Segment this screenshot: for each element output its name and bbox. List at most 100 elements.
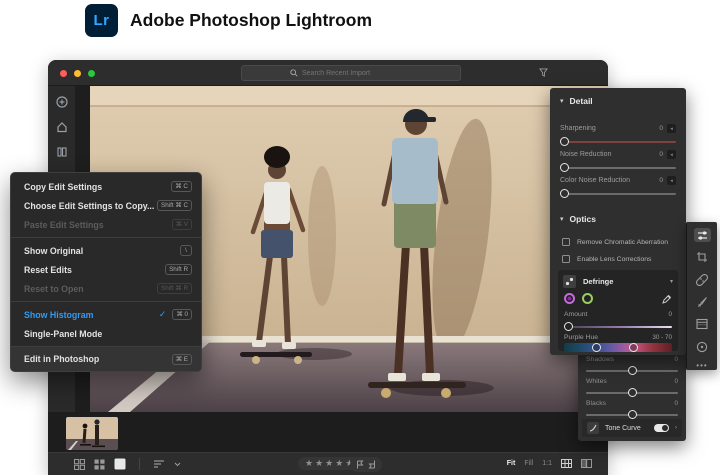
purple-hue-label-row: Purple Hue 30 - 70 xyxy=(564,334,672,341)
shadows-slider[interactable]: Shadows 0 xyxy=(586,356,678,372)
detail-section-header[interactable]: ▾ Detail xyxy=(550,96,603,106)
star-icon[interactable]: ★ xyxy=(305,459,313,468)
noise-reduction-value: 0 xyxy=(659,151,663,158)
purple-hue-slider[interactable] xyxy=(564,343,672,352)
amount-value: 0 xyxy=(668,311,672,318)
zoom-fill-button[interactable]: Fill xyxy=(524,460,533,467)
menu-divider xyxy=(11,237,201,238)
shadows-value: 0 xyxy=(674,356,678,363)
filter-icon[interactable] xyxy=(539,68,548,77)
optics-section-header[interactable]: ▾ Optics xyxy=(550,214,606,224)
star-icon[interactable]: ★ xyxy=(325,459,333,468)
sort-icon[interactable] xyxy=(153,459,165,469)
slider-disclosure-icon[interactable]: ◂ xyxy=(667,150,676,159)
menu-item-show-original[interactable]: Show Original \ xyxy=(11,241,201,260)
more-tools-icon[interactable]: ••• xyxy=(696,362,707,370)
slider-knob[interactable] xyxy=(628,366,637,375)
enable-lens-corrections-checkbox[interactable]: Enable Lens Corrections xyxy=(562,255,651,263)
crop-rotate-icon[interactable] xyxy=(694,250,711,264)
photo-grid-view-icon[interactable] xyxy=(74,459,85,470)
zoom-fit-button[interactable]: Fit xyxy=(507,460,516,467)
shortcut-badge: ⌘ E xyxy=(172,354,192,365)
shortcut-badge: ⌘ C xyxy=(171,181,192,192)
defringe-icon xyxy=(563,275,576,288)
grid-overlay-icon[interactable] xyxy=(561,459,572,468)
checkbox-icon[interactable] xyxy=(562,255,570,263)
add-photos-icon[interactable] xyxy=(55,95,68,108)
slider-knob[interactable] xyxy=(628,410,637,419)
defringe-header[interactable]: Defringe ▾ xyxy=(563,275,673,288)
tone-curve-row[interactable]: Tone Curve › xyxy=(582,419,682,437)
edit-panel: ▾ Detail Sharpening 0 ◂ Noise Reduction … xyxy=(550,88,686,355)
star-icon[interactable]: ★ xyxy=(335,459,343,468)
search-box[interactable] xyxy=(241,65,461,81)
star-icon[interactable]: ★ xyxy=(315,459,323,468)
close-window-button[interactable] xyxy=(60,70,67,77)
detail-view-icon[interactable] xyxy=(114,458,126,470)
slider-disclosure-icon[interactable]: ◂ xyxy=(667,124,676,133)
defringe-panel: Defringe ▾ Amount 0 Purple Hue 30 - 70 xyxy=(558,270,678,351)
slider-knob[interactable] xyxy=(560,163,569,172)
chevron-right-icon[interactable]: › xyxy=(675,425,677,431)
color-noise-reduction-slider[interactable]: Color Noise Reduction 0 ◂ xyxy=(560,176,676,195)
checkbox-icon[interactable] xyxy=(562,238,570,246)
green-fringe-swatch[interactable] xyxy=(582,293,593,304)
menu-item-reset-edits[interactable]: Reset Edits Shift R xyxy=(11,260,201,279)
radial-gradient-icon[interactable] xyxy=(694,340,711,354)
slider-knob[interactable] xyxy=(564,322,573,331)
slider-knob[interactable] xyxy=(560,137,569,146)
menu-item-show-histogram[interactable]: Show Histogram ✓ ⌘ 0 xyxy=(11,305,201,324)
menu-item-copy-edit-settings[interactable]: Copy Edit Settings ⌘ C xyxy=(11,177,201,196)
sharpening-slider[interactable]: Sharpening 0 ◂ xyxy=(560,124,676,143)
before-after-split-icon[interactable] xyxy=(581,459,592,468)
amount-slider[interactable] xyxy=(564,326,672,328)
search-input[interactable] xyxy=(302,70,412,77)
home-icon[interactable] xyxy=(55,120,68,133)
menu-item-paste-edit-settings: Paste Edit Settings ⌘ V xyxy=(11,215,201,234)
flag-controls[interactable] xyxy=(350,457,382,472)
menu-item-single-panel-mode[interactable]: Single-Panel Mode xyxy=(11,324,201,343)
chevron-down-icon[interactable]: ▾ xyxy=(670,278,673,285)
whites-value: 0 xyxy=(674,378,678,385)
pick-flag-icon[interactable] xyxy=(356,460,364,469)
menu-item-choose-edit-settings[interactable]: Choose Edit Settings to Copy... Shift ⌘ … xyxy=(11,196,201,215)
color-noise-reduction-value: 0 xyxy=(659,177,663,184)
blacks-slider[interactable]: Blacks 0 xyxy=(586,400,678,416)
edit-sliders-icon[interactable] xyxy=(694,228,711,242)
slider-disclosure-icon[interactable]: ◂ xyxy=(667,176,676,185)
minimize-window-button[interactable] xyxy=(74,70,81,77)
menu-item-reset-to-open: Reset to Open Shift ⌘ R xyxy=(11,279,201,298)
amount-label-row: Amount 0 xyxy=(564,311,672,318)
eyedropper-icon[interactable] xyxy=(662,294,672,304)
slider-knob[interactable] xyxy=(628,388,637,397)
menu-item-edit-in-photoshop[interactable]: Edit in Photoshop ⌘ E xyxy=(11,347,201,371)
chevron-down-icon[interactable] xyxy=(174,462,181,467)
brush-icon[interactable] xyxy=(694,295,711,309)
brand-header: Lr Adobe Photoshop Lightroom xyxy=(85,4,372,37)
tone-curve-toggle[interactable] xyxy=(654,424,669,432)
reject-flag-icon[interactable] xyxy=(368,460,376,469)
square-grid-view-icon[interactable] xyxy=(94,459,105,470)
hue-knob-low[interactable] xyxy=(592,343,601,352)
purple-fringe-swatch[interactable] xyxy=(564,293,575,304)
remove-chromatic-aberration-checkbox[interactable]: Remove Chromatic Aberration xyxy=(562,238,668,246)
noise-reduction-slider[interactable]: Noise Reduction 0 ◂ xyxy=(560,150,676,169)
chevron-down-icon: ▾ xyxy=(560,97,564,105)
purple-hue-value: 30 - 70 xyxy=(652,334,672,341)
hue-knob-high[interactable] xyxy=(629,343,638,352)
shortcut-badge: Shift ⌘ C xyxy=(157,200,192,211)
page-title: Adobe Photoshop Lightroom xyxy=(130,10,372,31)
shortcut-badge: ⌘ V xyxy=(172,219,192,230)
blacks-value: 0 xyxy=(674,400,678,407)
zoom-1-1-button[interactable]: 1:1 xyxy=(542,460,552,467)
shortcut-badge: Shift ⌘ R xyxy=(157,283,192,294)
titlebar xyxy=(48,60,608,86)
filmstrip-thumbnail[interactable] xyxy=(66,417,118,450)
whites-slider[interactable]: Whites 0 xyxy=(586,378,678,394)
traffic-lights xyxy=(60,70,95,77)
healing-brush-icon[interactable] xyxy=(694,273,711,287)
maximize-window-button[interactable] xyxy=(88,70,95,77)
linear-gradient-icon[interactable] xyxy=(694,317,711,331)
slider-knob[interactable] xyxy=(560,189,569,198)
my-photos-icon[interactable] xyxy=(55,145,68,158)
